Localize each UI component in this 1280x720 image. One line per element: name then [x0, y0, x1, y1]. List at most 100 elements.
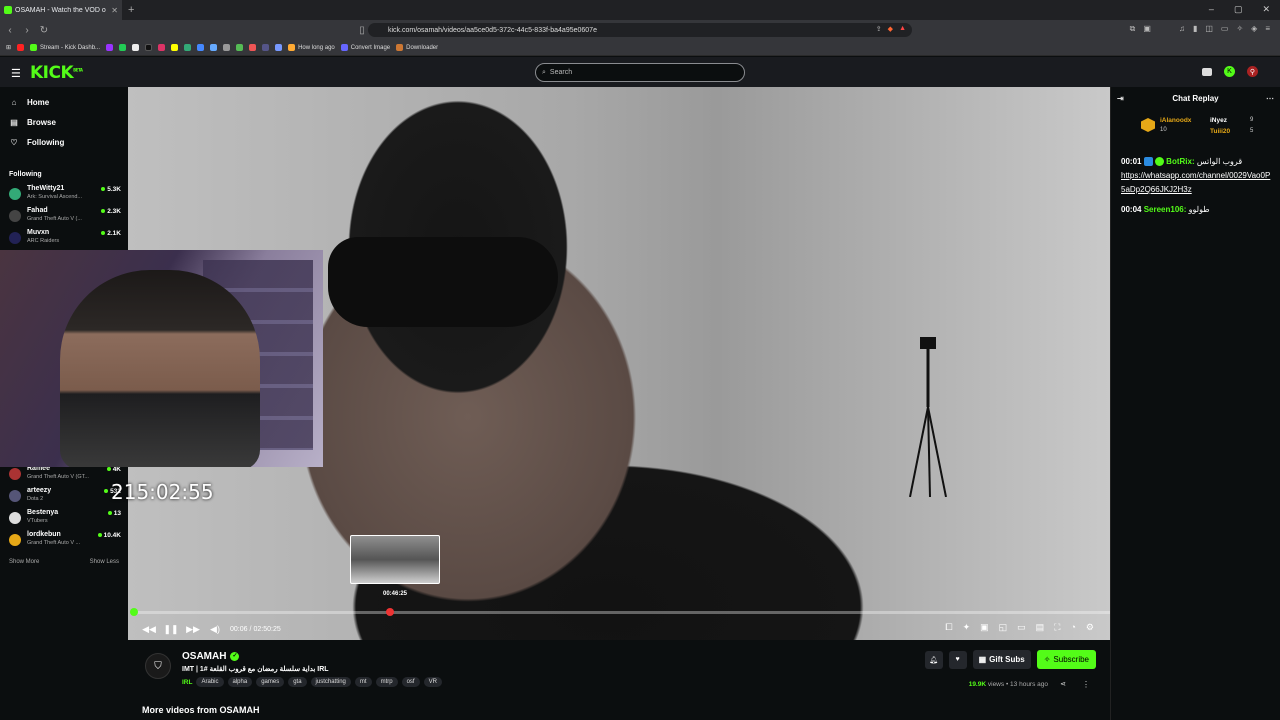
bookmark-icon[interactable] [262, 44, 270, 51]
gift-subs-button[interactable]: ▦ Gift Subs [972, 650, 1031, 669]
kick-account-icon[interactable]: K [1224, 66, 1235, 77]
brave-shield-icon[interactable]: ◆ [888, 25, 893, 33]
bookmark-icon[interactable]: ▯ [355, 25, 369, 36]
url-field[interactable]: kick.com/osamah/videos/aa5ce0d5-372c-44c… [368, 23, 912, 37]
shield-icon[interactable]: ◈ [1251, 24, 1257, 34]
clip-icon[interactable]: ⧠ [945, 622, 952, 633]
whatsapp-icon[interactable] [119, 44, 127, 51]
notification-bell-button[interactable]: 🔔︎ [924, 650, 943, 669]
instagram-icon[interactable] [158, 44, 166, 51]
category-link[interactable]: IRL [182, 679, 192, 686]
pause-icon[interactable]: ❚❚ [160, 624, 182, 635]
following-channel[interactable]: lordkebun Grand Theft Auto V ... 10.4K [9, 530, 121, 550]
gifter-name[interactable]: iNyez [1210, 117, 1227, 124]
nav-home[interactable]: ⌂ Home [9, 98, 50, 107]
bookmark-icon[interactable] [236, 44, 244, 51]
tag[interactable]: mt [354, 677, 372, 687]
close-window-icon[interactable]: ✕ [1262, 4, 1270, 15]
sidebar-toggle-icon[interactable]: ▮ [1193, 24, 1197, 34]
rewind-icon[interactable]: ◀◀ [138, 624, 160, 635]
following-channel[interactable]: TheWitty21 Ark: Survival Ascend... 5.3K [9, 184, 121, 204]
youtube-icon[interactable] [17, 44, 25, 51]
message-link[interactable]: https://whatsapp.com/channel/0029Vao0P5a… [1121, 171, 1270, 194]
bookmark-icon[interactable] [249, 44, 257, 51]
browser-tab[interactable]: OSAMAH - Watch the VOD o ✕ [0, 0, 122, 20]
message-username[interactable]: BotRix: [1166, 157, 1194, 166]
cast-icon[interactable]: ▭ [1017, 622, 1026, 633]
inbox-icon[interactable] [1202, 67, 1212, 76]
maximize-icon[interactable]: ▢ [1234, 4, 1243, 15]
close-tab-icon[interactable]: ✕ [111, 6, 118, 15]
bookmark-icon[interactable] [223, 44, 231, 51]
speed-icon[interactable]: ◔ [1070, 622, 1075, 633]
nav-browse[interactable]: ▤ Browse [9, 118, 56, 127]
bookmark-how-long-ago[interactable]: How long ago [288, 44, 335, 51]
theater-icon[interactable]: ▣ [980, 622, 989, 633]
hamburger-menu-icon[interactable]: ☰ [11, 67, 21, 80]
avatar[interactable]: ⛉ [145, 653, 171, 679]
nav-following[interactable]: ♡ Following [9, 138, 64, 147]
forward-icon[interactable]: › [20, 25, 34, 36]
x-icon[interactable] [132, 44, 140, 51]
show-more-button[interactable]: Show More [9, 559, 39, 565]
collapse-chat-icon[interactable]: ⇥ [1117, 94, 1124, 103]
tag[interactable]: alpha [227, 677, 253, 687]
search-input[interactable]: ⌕ Search [535, 63, 745, 82]
tag[interactable]: mtrp [375, 677, 398, 687]
miniplayer-icon[interactable]: ▤ [1036, 622, 1045, 633]
following-channel[interactable]: arteezy Dota 2 532 [9, 486, 121, 506]
new-tab-icon[interactable]: + [128, 4, 134, 16]
menu-icon[interactable]: ≡ [1265, 24, 1270, 34]
wallet-icon[interactable]: ▭ [1221, 24, 1229, 34]
extension-icon[interactable]: ⧉ [1130, 24, 1136, 34]
seek-bar-knob[interactable] [129, 608, 138, 616]
following-channel[interactable]: Ramee Grand Theft Auto V (GT... 4K [9, 464, 121, 484]
subscribe-button[interactable]: ✧ Subscribe [1036, 650, 1096, 669]
bookmark-downloader[interactable]: Downloader [396, 44, 438, 51]
gifter-name[interactable]: iAlanoodx [1160, 117, 1191, 124]
tag[interactable]: VR [423, 677, 442, 687]
seek-bar[interactable] [129, 608, 1110, 616]
avatar[interactable]: ⚲ [1247, 66, 1258, 77]
tag[interactable]: Arabic [196, 677, 224, 687]
split-view-icon[interactable]: ◫ [1205, 24, 1213, 34]
chat-more-icon[interactable]: ⋯ [1266, 94, 1274, 103]
bookmark-icon[interactable] [210, 44, 218, 51]
tiktok-icon[interactable] [145, 44, 153, 51]
tag[interactable]: osf [401, 677, 420, 687]
show-less-button[interactable]: Show Less [90, 559, 119, 565]
following-channel[interactable]: Muvxn ARC Raiders 2.1K [9, 228, 121, 248]
tag[interactable]: gta [288, 677, 307, 687]
following-channel[interactable]: Bestenya VTubers 13 [9, 508, 121, 528]
twitch-icon[interactable] [106, 44, 114, 51]
share-url-icon[interactable]: ⇪ [876, 25, 882, 33]
fullscreen-icon[interactable]: ⛶ [1054, 622, 1060, 633]
ai-icon[interactable]: ✧ [1236, 24, 1243, 34]
sparkle-icon[interactable]: ✦ [963, 622, 971, 633]
follow-heart-button[interactable]: ♥ [948, 650, 967, 669]
kick-logo[interactable]: KICKBETA [30, 63, 83, 83]
reload-icon[interactable]: ↻ [37, 25, 51, 36]
tag[interactable]: games [256, 677, 285, 687]
rewards-icon[interactable]: ▲ [899, 25, 906, 33]
apps-icon[interactable]: ⊞ [6, 44, 11, 51]
following-channel[interactable]: Fahad Grand Theft Auto V (... 2.3K [9, 206, 121, 226]
tag[interactable]: justchatting [310, 677, 351, 687]
bookmark-convert-image[interactable]: Convert Image [340, 44, 390, 51]
more-options-icon[interactable]: ⋮ [1082, 680, 1090, 689]
forward-icon[interactable]: ▶▶ [182, 624, 204, 635]
share-icon[interactable]: ⋖ [1060, 680, 1066, 688]
extension-icon[interactable]: ▣ [1143, 24, 1151, 34]
volume-icon[interactable]: ◀) [204, 624, 226, 635]
music-icon[interactable]: ♫ [1179, 24, 1185, 34]
snapchat-icon[interactable] [171, 44, 179, 51]
bookmark-icon[interactable] [197, 44, 205, 51]
gifter-name[interactable]: Tuiii20 [1210, 128, 1230, 135]
channel-name[interactable]: OSAMAH ✓ [182, 651, 240, 662]
bookmark-icon[interactable] [184, 44, 192, 51]
bookmark-icon[interactable] [275, 44, 283, 51]
minimize-icon[interactable]: – [1209, 4, 1214, 15]
message-username[interactable]: Sereen106: [1144, 205, 1187, 214]
gear-icon[interactable]: ⚙ [1086, 622, 1094, 633]
back-icon[interactable]: ‹ [3, 25, 17, 36]
